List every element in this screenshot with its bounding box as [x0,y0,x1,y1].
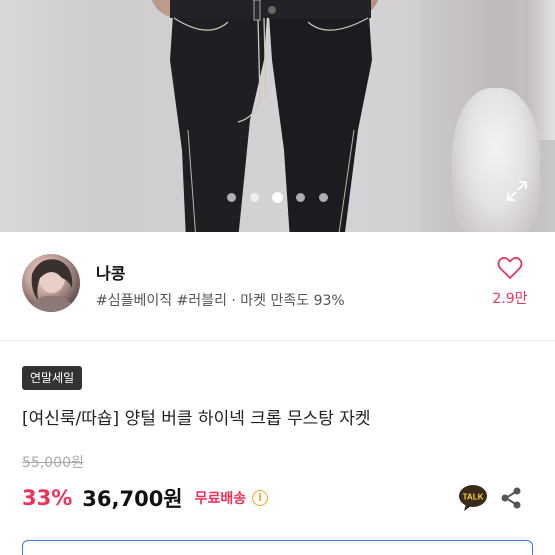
expand-icon[interactable] [506,180,528,202]
gallery-dot[interactable] [227,193,236,202]
svg-text:TALK: TALK [463,493,484,502]
price-row: 33% 36,700원 무료배송 i [22,484,269,512]
section-divider [0,340,555,341]
avatar[interactable] [22,254,80,312]
talk-icon[interactable]: TALK [458,484,488,512]
gallery-dot-active[interactable] [273,193,282,202]
like-button[interactable]: 2.9만 [488,256,532,308]
option-select-box[interactable] [22,540,533,555]
info-icon[interactable]: i [252,490,269,506]
original-price: 55,000원 [22,455,84,471]
share-icon[interactable] [500,486,522,510]
gallery-pagination [0,193,555,205]
discount-rate: 33% [22,486,73,510]
seller-name[interactable]: 나콩 [96,260,125,284]
free-shipping-label: 무료배송 [194,491,247,507]
sale-price: 36,700원 [82,487,183,511]
product-image-gallery[interactable] [0,0,555,232]
gallery-dot[interactable] [250,193,259,202]
background-fur-object [452,88,540,232]
gallery-dot[interactable] [296,193,305,202]
heart-icon [497,256,523,279]
gallery-dot[interactable] [319,193,328,202]
like-count: 2.9만 [492,291,528,307]
seller-tags: #심플베이직 #러블리 · 마켓 만족도 93% [96,293,345,309]
seller-info: 나콩 #심플베이직 #러블리 · 마켓 만족도 93% 2.9만 [0,232,555,340]
product-title: [여신룩/따숍] 양털 버클 하이넥 크롭 무스탕 자켓 [22,409,371,429]
sale-badge: 연말세일 [22,366,83,390]
